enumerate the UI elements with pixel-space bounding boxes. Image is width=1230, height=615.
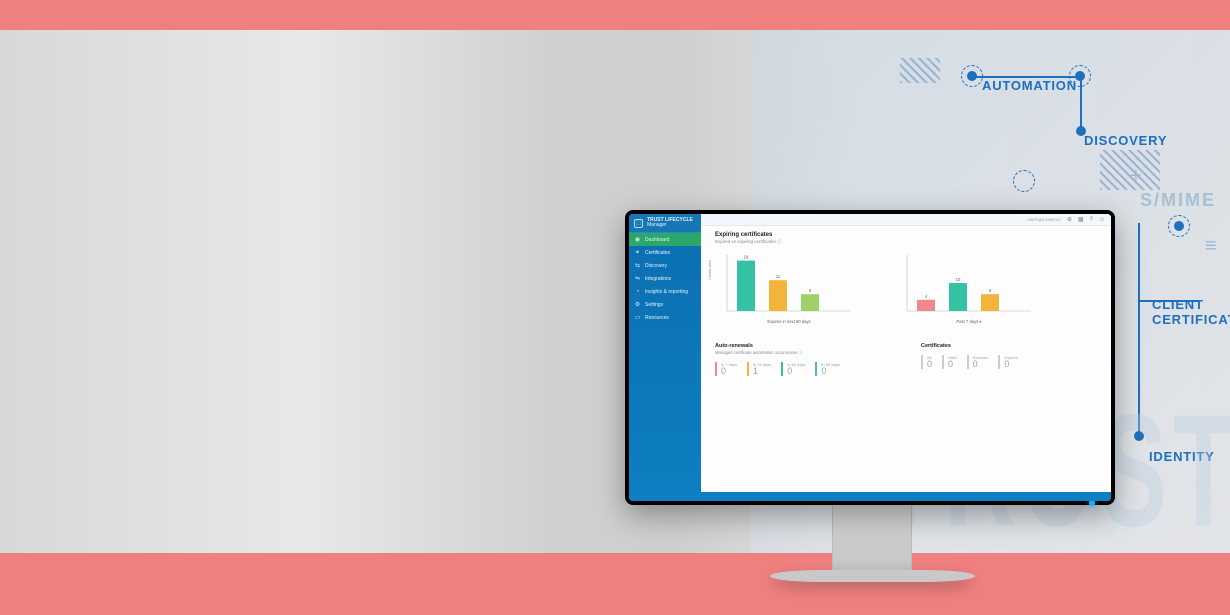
deco-label-automation: AUTOMATION (982, 78, 1077, 93)
sidebar-item-dashboard[interactable]: ◉ Dashboard (629, 233, 701, 246)
brand: ⬚ TRUST LIFECYCLE Manager (629, 214, 701, 233)
sidebar-item-label: Discovery (645, 263, 667, 269)
auto-renewals-subtitle: Managed certificate automation occurrenc… (715, 350, 891, 356)
svg-text:11: 11 (776, 274, 781, 279)
node-dot (967, 71, 977, 81)
monitor-stand-base (770, 570, 975, 582)
auto-renewals-title: Auto-renewals (715, 343, 891, 349)
auto-renewals-kpi: in 7 days0 (715, 362, 737, 376)
monitor-frame: ⬚ TRUST LIFECYCLE Manager ◉ Dashboard ✶ Cer… (625, 210, 1115, 505)
brand-logo-icon: ⬚ (634, 219, 643, 228)
svg-text:Past 7 days ▾: Past 7 days ▾ (956, 319, 981, 324)
svg-text:6: 6 (989, 288, 992, 293)
sidebar-item-label: Certificates (645, 250, 670, 256)
kpi-value: 0 (821, 367, 839, 376)
svg-text:10: 10 (956, 277, 961, 282)
sidebar-item-label: Resources (645, 315, 669, 321)
expiring-certs-title: Expiring certificates (715, 232, 1097, 238)
kpi-value: 0 (1004, 360, 1018, 369)
kpi-value: 0 (787, 367, 805, 376)
notifications-icon[interactable]: ⊕ (1067, 216, 1072, 223)
sidebar-item-discovery[interactable]: ⇆ Discovery (629, 259, 701, 272)
monitor-stand-neck (832, 505, 912, 575)
certificates-kpi: Valid0 (942, 355, 957, 369)
node-dot (1174, 221, 1184, 231)
certificates-block: Certificates All0 Valid0 Revoked0 Expired0 (921, 343, 1097, 376)
chart-bar (769, 280, 787, 311)
deco-label-client1: CLIENT (1152, 297, 1204, 312)
chart-bar (737, 261, 755, 311)
chart-bar (981, 294, 999, 311)
sidebar-icon: ⚙ (634, 301, 641, 308)
hatch-deco (900, 58, 940, 83)
svg-text:6: 6 (809, 288, 812, 293)
auto-renewals-kpi: in 90 days0 (815, 362, 839, 376)
stage: + ≡ AUTOMATION DISCOVERY S/MIME CLIENT C… (0, 0, 1230, 615)
deco-label-identity: IDENTITY (1149, 449, 1215, 464)
stats-row: Auto-renewals Managed certificate automa… (715, 343, 1097, 376)
certificates-kpi: Revoked0 (967, 355, 989, 369)
kpi-value: 0 (973, 360, 989, 369)
user-icon[interactable]: ☺ (1099, 217, 1105, 223)
chart-bar (917, 300, 935, 311)
topbar: USER@EXAMPLE ⊕ ▦ ? ☺ (701, 214, 1111, 226)
sidebar-icon: ▭ (634, 314, 641, 321)
node-ring (1013, 170, 1035, 192)
dashboard-body: Expiring certificates Expired vs expirin… (701, 226, 1111, 501)
sidebar-icon: ✶ (634, 249, 641, 256)
sidebar-icon: ◔ (634, 288, 641, 295)
kpi-value: 0 (927, 360, 932, 369)
auto-renewals-kpi: in 60 days0 (781, 362, 805, 376)
chart-left: Certificates 18116Expires in next 90 day… (715, 249, 855, 327)
chart-bar (801, 294, 819, 311)
auto-renewals-block: Auto-renewals Managed certificate automa… (715, 343, 891, 376)
kpi-value: 0 (721, 367, 737, 376)
help-icon[interactable]: ? (1090, 217, 1093, 223)
sidebar-icon: ◉ (634, 236, 641, 243)
certificates-kpi: Expired0 (998, 355, 1018, 369)
main-content: USER@EXAMPLE ⊕ ▦ ? ☺ Expiring certificat… (701, 214, 1111, 501)
sidebar-item-insights-reporting[interactable]: ◔ Insights & reporting (629, 285, 701, 298)
certificates-title: Certificates (921, 343, 1097, 349)
apps-icon[interactable]: ▦ (1078, 216, 1084, 223)
sidebar-item-resources[interactable]: ▭ Resources (629, 311, 701, 324)
svg-text:Expires in next 90 days: Expires in next 90 days (767, 319, 810, 324)
kpi-value: 1 (753, 367, 771, 376)
svg-text:4: 4 (925, 294, 928, 299)
svg-text:18: 18 (744, 255, 749, 260)
chart-ylabel: Certificates (707, 260, 712, 280)
sidebar-item-label: Integrations (645, 276, 671, 282)
sidebar-item-integrations[interactable]: ⇋ Integrations (629, 272, 701, 285)
deco-label-client2: CERTIFICATES (1152, 312, 1230, 327)
screen: ⬚ TRUST LIFECYCLE Manager ◉ Dashboard ✶ Cer… (629, 214, 1111, 501)
account-label: USER@EXAMPLE (1027, 217, 1061, 222)
chart-bar (949, 283, 967, 311)
expiring-certs-subtitle: Expired vs expiring certificates ⓘ (715, 239, 1097, 245)
kpi-value: 0 (948, 360, 957, 369)
sidebar-item-certificates[interactable]: ✶ Certificates (629, 246, 701, 259)
deco-label-discovery: DISCOVERY (1084, 133, 1167, 148)
plus-icon: + (1130, 165, 1142, 188)
certificates-kpi: All0 (921, 355, 932, 369)
node-dot (1134, 431, 1144, 441)
sidebar-item-label: Insights & reporting (645, 289, 688, 295)
auto-renewals-kpi: in 15 days1 (747, 362, 771, 376)
sidebar-icon: ⇋ (634, 275, 641, 282)
sidebar-item-label: Settings (645, 302, 663, 308)
sidebar: ⬚ TRUST LIFECYCLE Manager ◉ Dashboard ✶ Cer… (629, 214, 701, 501)
bottom-bar (701, 492, 1111, 501)
connector-line (1138, 223, 1140, 433)
bars-icon: ≡ (1205, 235, 1217, 258)
sidebar-item-settings[interactable]: ⚙ Settings (629, 298, 701, 311)
chart-right: 4 10 6 Past 7 days ▾ (895, 249, 1035, 327)
chart-zone: Certificates 18116Expires in next 90 day… (715, 249, 1097, 327)
sidebar-item-label: Dashboard (645, 237, 669, 243)
sidebar-icon: ⇆ (634, 262, 641, 269)
deco-label-smime: S/MIME (1140, 190, 1216, 211)
brand-line2: Manager (647, 223, 693, 228)
